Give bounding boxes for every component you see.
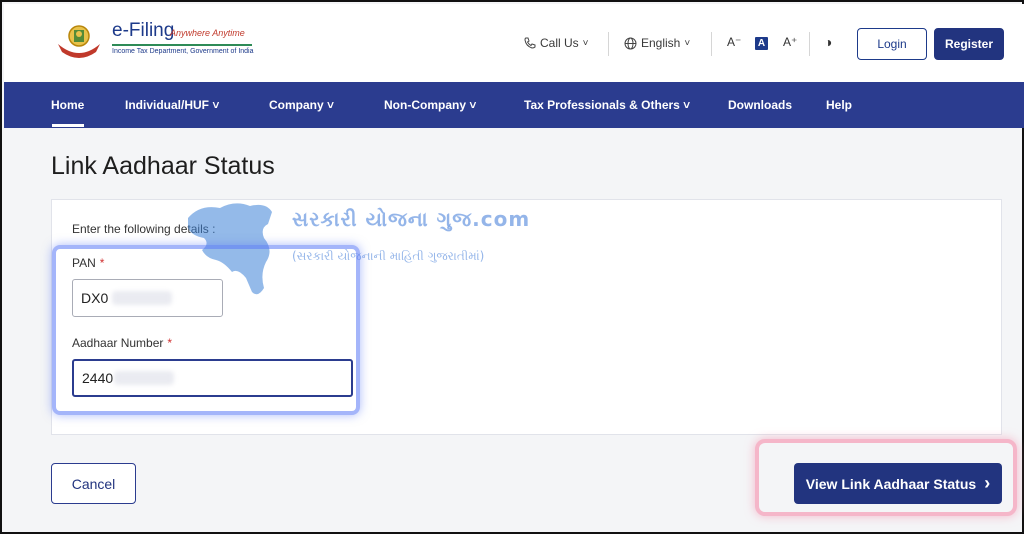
view-status-label: View Link Aadhaar Status: [805, 475, 977, 492]
site-header: e-Filing Anywhere Anytime Income Tax Dep…: [4, 4, 1024, 82]
normal-font-button[interactable]: A: [755, 37, 768, 50]
brand-divider: [112, 44, 252, 46]
decrease-font-button[interactable]: A⁻: [727, 35, 741, 49]
input-highlight-box: [52, 245, 360, 415]
view-link-aadhaar-status-button[interactable]: View Link Aadhaar Status ›: [794, 463, 1002, 504]
call-us-label: Call Us: [540, 36, 579, 50]
header-separator: [809, 32, 810, 56]
main-nav: Home Individual/HUF ˅ Company ˅ Non-Comp…: [4, 82, 1024, 128]
register-button[interactable]: Register: [934, 28, 1004, 60]
watermark-title: સરકારી યોજના ગુજ.com: [292, 207, 531, 231]
nav-item-company[interactable]: Company ˅: [269, 98, 334, 112]
call-us-menu[interactable]: Call Us ˅: [524, 36, 589, 50]
nav-item-non-company[interactable]: Non-Company ˅: [384, 98, 476, 112]
chevron-down-icon: ˅: [582, 37, 589, 49]
nav-item-help[interactable]: Help: [826, 98, 852, 112]
page-title: Link Aadhaar Status: [51, 152, 275, 180]
chevron-right-icon: ›: [984, 473, 991, 493]
active-nav-indicator: [52, 124, 84, 127]
efiling-logo[interactable]: e-Filing Anywhere Anytime Income Tax Dep…: [52, 18, 254, 66]
language-selector[interactable]: English ˅: [624, 36, 690, 50]
screenshot-frame: e-Filing Anywhere Anytime Income Tax Dep…: [0, 0, 1024, 534]
brand-tagline: Anywhere Anytime: [170, 28, 245, 38]
nav-item-home[interactable]: Home: [51, 98, 84, 112]
login-button[interactable]: Login: [857, 28, 927, 60]
emblem-icon: [58, 25, 100, 58]
header-separator: [608, 32, 609, 56]
chevron-down-icon: ˅: [684, 37, 691, 49]
cancel-button[interactable]: Cancel: [51, 463, 136, 504]
nav-item-individual-huf[interactable]: Individual/HUF ˅: [125, 98, 219, 112]
increase-font-button[interactable]: A⁺: [783, 35, 797, 49]
language-label: English: [641, 36, 681, 50]
brand-title: e-Filing: [112, 20, 175, 41]
globe-icon: [624, 37, 637, 49]
nav-item-tax-professionals[interactable]: Tax Professionals & Others ˅: [524, 98, 690, 112]
brand-subtitle: Income Tax Department, Government of Ind…: [112, 48, 254, 55]
phone-icon: [524, 37, 536, 49]
nav-item-downloads[interactable]: Downloads: [728, 98, 792, 112]
contrast-icon[interactable]: ◑: [824, 34, 832, 50]
header-separator: [711, 32, 712, 56]
